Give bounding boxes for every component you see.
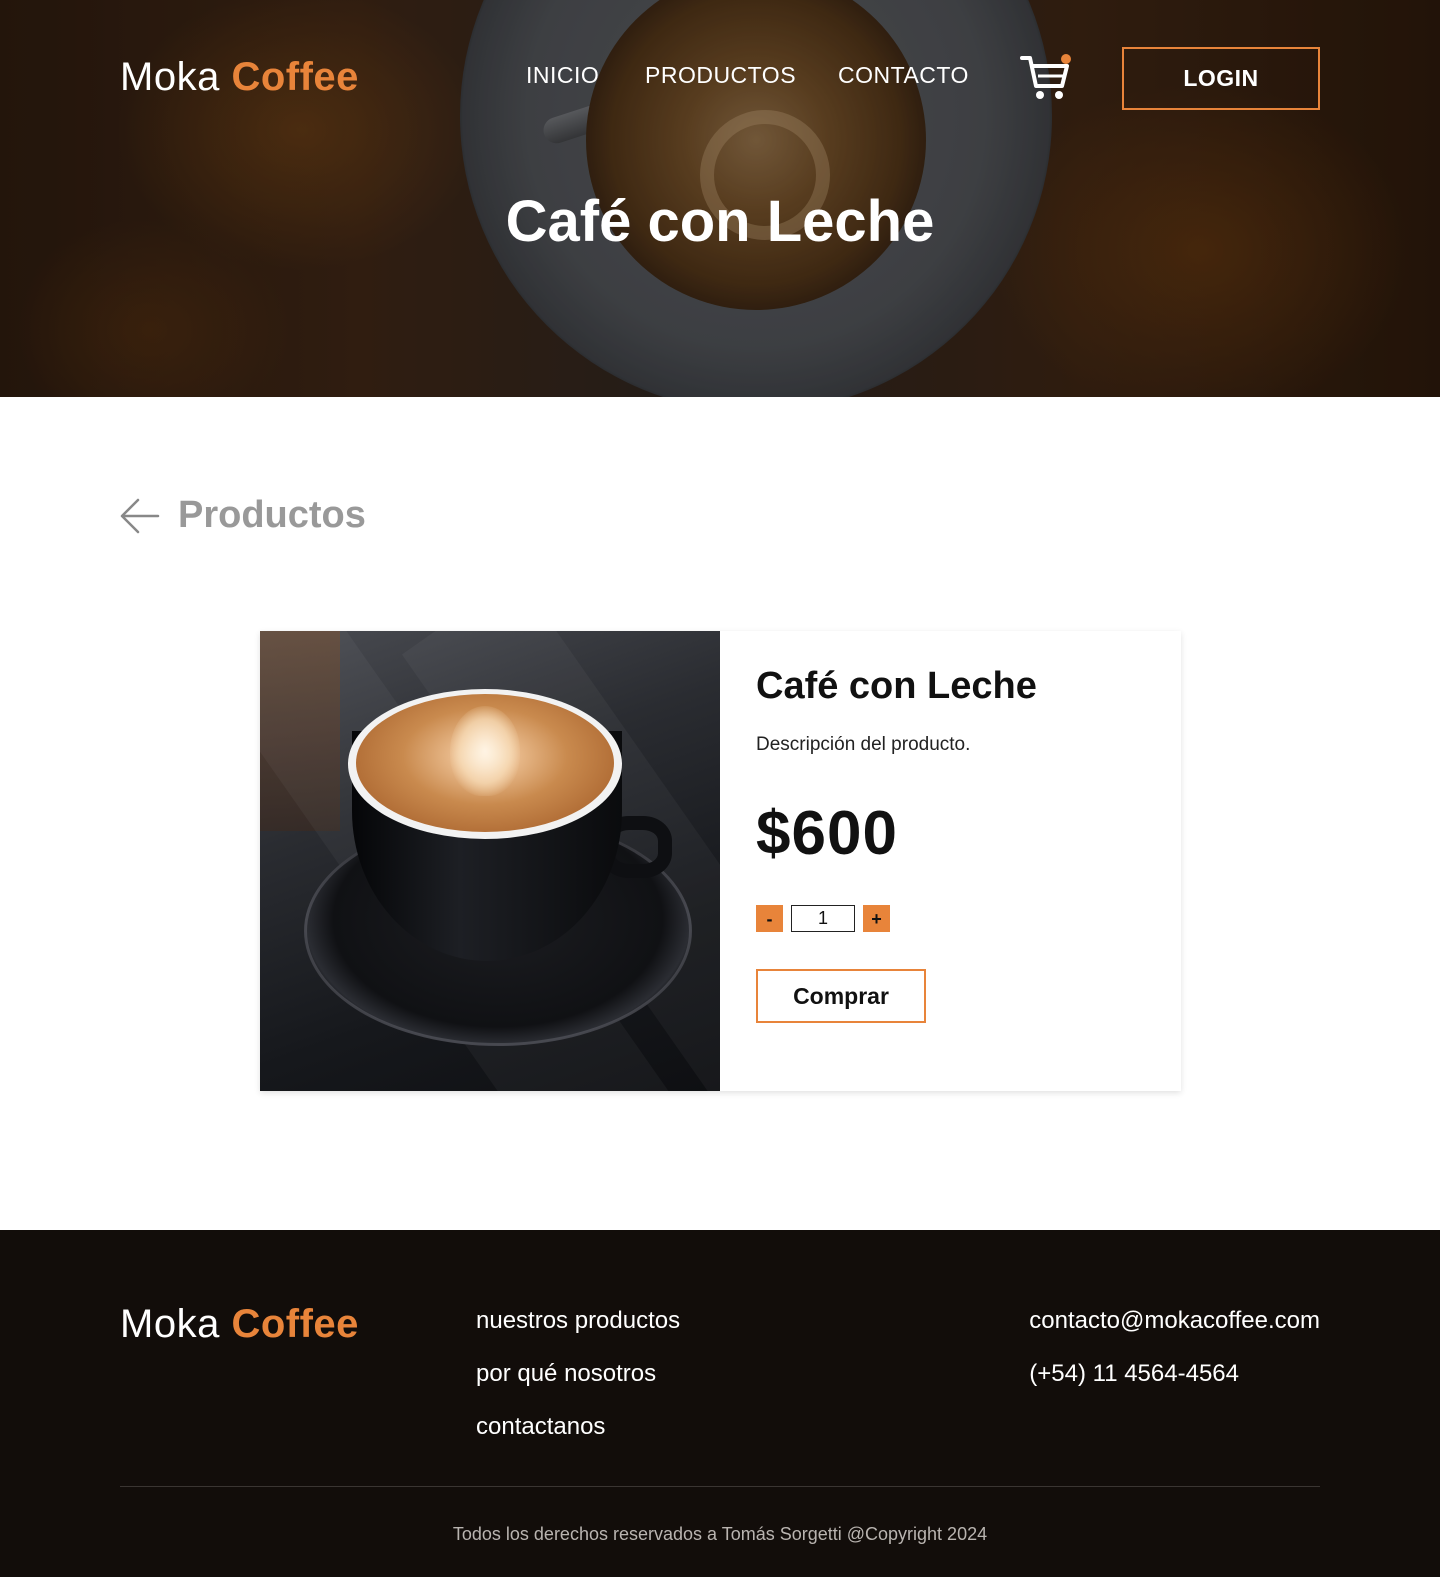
product-description: Descripción del producto. [756,734,971,755]
hero-title: Café con Leche [505,189,935,254]
footer-contact: contacto@mokacoffee.com (+54) 11 4564-45… [1029,1306,1320,1388]
shopping-cart-icon[interactable] [1020,52,1072,102]
footer-link-por-que-nosotros[interactable]: por qué nosotros [476,1359,680,1388]
product-image [260,631,720,1091]
nav-link-productos[interactable]: PRODUCTOS [645,62,796,89]
back-to-products-link[interactable]: Productos [118,494,366,537]
brand-name-part1: Moka [120,55,220,99]
top-navigation: Moka Coffee INICIO PRODUCTOS CONTACTO LO… [0,0,1440,160]
product-name: Café con Leche [756,665,1037,707]
arrow-left-icon [118,496,162,536]
back-link-label: Productos [178,494,366,536]
decrement-quantity-button[interactable]: - [756,905,783,932]
footer-link-contactanos[interactable]: contactanos [476,1412,680,1441]
footer-divider [120,1486,1320,1487]
footer-copyright: Todos los derechos reservados a Tomás So… [452,1524,988,1544]
nav-link-contacto[interactable]: CONTACTO [838,62,969,89]
quantity-input[interactable] [791,905,855,932]
footer-brand-logo[interactable]: Moka Coffee [120,1302,359,1347]
image-latte-art [450,706,520,796]
product-info: Café con Leche Descripción del producto.… [720,631,1181,1091]
brand-name-part1: Moka [120,1302,220,1346]
nav-link-inicio[interactable]: INICIO [526,62,599,89]
brand-name-part2: Coffee [231,55,359,99]
footer-link-productos[interactable]: nuestros productos [476,1306,680,1335]
product-card: Café con Leche Descripción del producto.… [260,631,1181,1091]
footer-email[interactable]: contacto@mokacoffee.com [1029,1306,1320,1335]
footer-links: nuestros productos por qué nosotros cont… [476,1306,680,1441]
quantity-stepper: - + [756,905,890,932]
product-price: $600 [756,799,898,868]
login-button[interactable]: LOGIN [1122,47,1320,110]
footer-phone[interactable]: (+54) 11 4564-4564 [1029,1359,1320,1388]
hero-banner: Moka Coffee INICIO PRODUCTOS CONTACTO LO… [0,0,1440,397]
increment-quantity-button[interactable]: + [863,905,890,932]
buy-button[interactable]: Comprar [756,969,926,1023]
brand-logo[interactable]: Moka Coffee [120,55,359,100]
site-footer: Moka Coffee nuestros productos por qué n… [0,1230,1440,1577]
brand-name-part2: Coffee [231,1302,359,1346]
